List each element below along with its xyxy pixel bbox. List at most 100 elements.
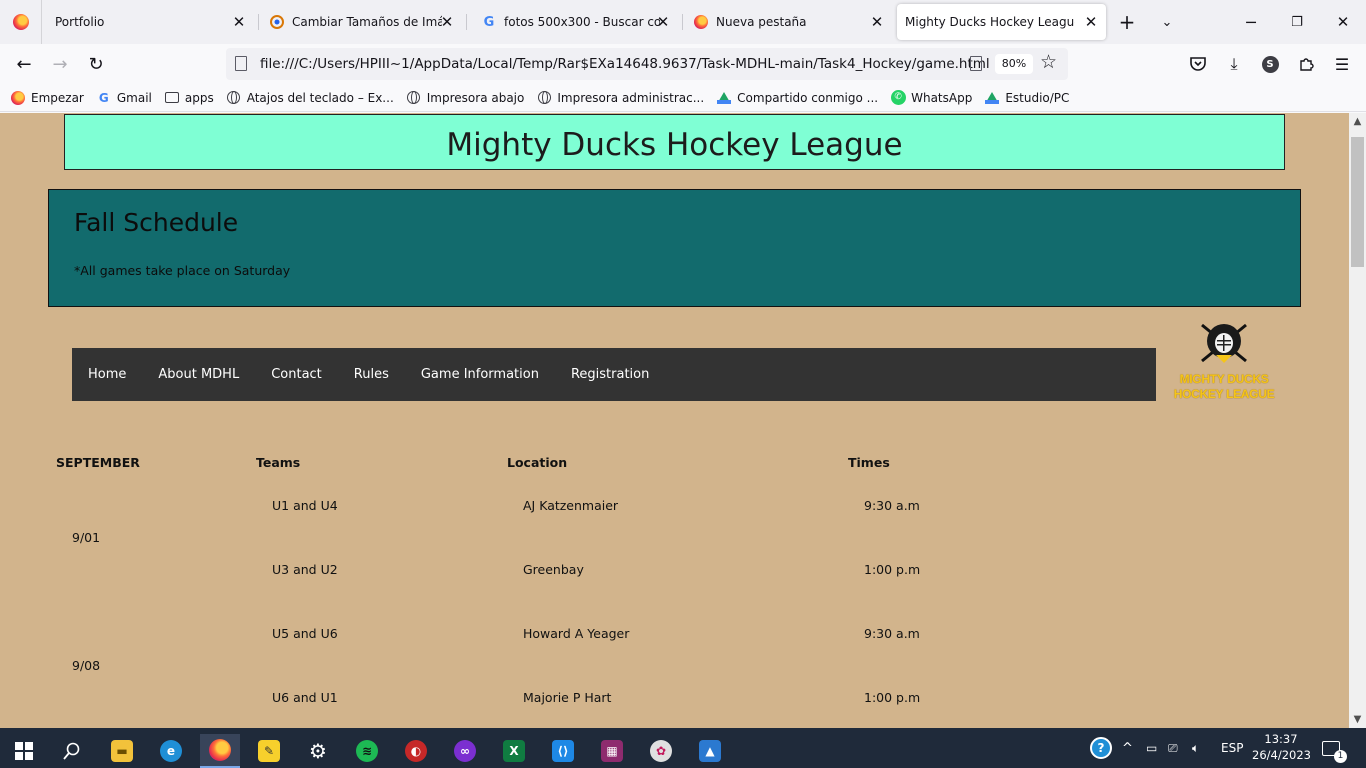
excel-icon[interactable]: X xyxy=(494,734,534,768)
scroll-down-arrow-icon[interactable]: ▼ xyxy=(1349,711,1366,728)
volume-icon[interactable]: 🔈︎ xyxy=(1192,728,1199,768)
hamburger-menu-icon[interactable]: ☰ xyxy=(1330,52,1354,76)
reader-view-icon[interactable] xyxy=(970,56,982,71)
minimize-button[interactable]: ─ xyxy=(1228,0,1274,44)
forward-button[interactable]: → xyxy=(46,50,74,78)
bookmark-label: Impresora abajo xyxy=(426,90,525,105)
photos-icon[interactable]: ▲ xyxy=(690,734,730,768)
battery-icon[interactable]: ▭ xyxy=(1146,728,1157,768)
page-viewport: Mighty Ducks Hockey League Fall Schedule… xyxy=(0,113,1349,728)
start-button[interactable] xyxy=(4,734,44,768)
vertical-scrollbar[interactable]: ▲ ▼ xyxy=(1349,113,1366,728)
firefox-icon xyxy=(10,90,26,106)
winrar-icon[interactable]: ▦ xyxy=(592,734,632,768)
back-button[interactable]: ← xyxy=(10,50,38,78)
navigation-toolbar: ← → ↻ file:///C:/Users/HPIII~1/AppData/L… xyxy=(0,44,1366,84)
zoom-level-badge[interactable]: 80% xyxy=(995,54,1033,74)
red-app-icon[interactable]: ◐ xyxy=(396,734,436,768)
tray-chevron-icon[interactable]: ^ xyxy=(1122,728,1133,768)
window-close-button[interactable]: ✕ xyxy=(1320,0,1366,44)
list-all-tabs-button[interactable]: ⌄ xyxy=(1145,0,1189,44)
bookmark-label: Estudio/PC xyxy=(1005,90,1070,105)
tab-fotos-google[interactable]: G fotos 500x300 - Buscar con Google ✕ xyxy=(472,4,678,40)
firefox-view-button[interactable] xyxy=(0,0,42,44)
tab-title: Mighty Ducks Hockey League xyxy=(905,15,1075,29)
firefox-icon xyxy=(694,15,708,29)
bookmark-folder-apps[interactable]: apps xyxy=(164,90,214,106)
menu-item-about[interactable]: About MDHL xyxy=(158,367,239,382)
game-teams: U1 and U4 xyxy=(272,498,338,513)
globe-icon xyxy=(226,90,242,106)
menu-item-registration[interactable]: Registration xyxy=(571,367,649,382)
tab-mighty-ducks[interactable]: Mighty Ducks Hockey League ✕ xyxy=(897,4,1106,40)
language-indicator[interactable]: ESP xyxy=(1221,728,1243,768)
main-menu: Home About MDHL Contact Rules Game Infor… xyxy=(72,348,1156,401)
bookmark-impresora-abajo[interactable]: Impresora abajo xyxy=(406,90,525,106)
close-icon[interactable]: ✕ xyxy=(654,13,672,31)
edge-icon[interactable]: e xyxy=(151,734,191,768)
menu-item-rules[interactable]: Rules xyxy=(354,367,389,382)
game-time: 1:00 p.m xyxy=(864,562,921,577)
sticky-notes-icon[interactable]: ✎ xyxy=(249,734,289,768)
bookmark-empezar[interactable]: Empezar xyxy=(10,90,84,106)
tab-nueva-pestana[interactable]: Nueva pestaña ✕ xyxy=(686,4,892,40)
spotify-icon[interactable]: ≋ xyxy=(347,734,387,768)
scroll-up-arrow-icon[interactable]: ▲ xyxy=(1349,113,1366,130)
league-logo: MIGHTY DUCKS HOCKEY LEAGUE xyxy=(1172,317,1276,403)
extensions-icon[interactable] xyxy=(1294,52,1318,76)
bookmark-whatsapp[interactable]: ✆ WhatsApp xyxy=(890,90,972,106)
bookmark-atajos[interactable]: Atajos del teclado – Ex... xyxy=(226,90,394,106)
whatsapp-icon: ✆ xyxy=(890,90,906,106)
bookmark-star-icon[interactable]: ☆ xyxy=(1040,51,1057,73)
new-tab-button[interactable]: + xyxy=(1105,0,1149,44)
paint-icon[interactable]: ✿ xyxy=(641,734,681,768)
purple-app-icon[interactable]: ∞ xyxy=(445,734,485,768)
game-teams: U5 and U6 xyxy=(272,626,338,641)
tab-cambiar-tamanos[interactable]: Cambiar Tamaños de Imágenes ✕ xyxy=(262,4,462,40)
url-bar[interactable]: file:///C:/Users/HPIII~1/AppData/Local/T… xyxy=(226,48,1068,80)
vscode-icon[interactable]: ⟨⟩ xyxy=(543,734,583,768)
bookmark-compartido[interactable]: Compartido conmigo ... xyxy=(716,90,878,106)
close-icon[interactable]: ✕ xyxy=(230,13,248,31)
bookmark-gmail[interactable]: G Gmail xyxy=(96,90,152,106)
bookmark-label: Compartido conmigo ... xyxy=(737,90,879,105)
firefox-taskbar-icon[interactable] xyxy=(200,734,240,768)
bookmark-impresora-admin[interactable]: Impresora administrac... xyxy=(536,90,704,106)
menu-item-contact[interactable]: Contact xyxy=(271,367,322,382)
google-icon: G xyxy=(98,90,109,105)
search-button[interactable] xyxy=(52,734,92,768)
pocket-icon[interactable] xyxy=(1186,52,1210,76)
column-header-teams: Teams xyxy=(256,455,301,470)
folder-icon xyxy=(164,90,180,106)
globe-icon xyxy=(536,90,552,106)
reload-button[interactable]: ↻ xyxy=(82,50,110,78)
bookmark-estudio-pc[interactable]: Estudio/PC xyxy=(984,90,1069,106)
menu-item-home[interactable]: Home xyxy=(88,367,126,382)
scrollbar-thumb[interactable] xyxy=(1351,137,1364,267)
tab-separator xyxy=(258,14,259,30)
help-icon[interactable]: ? xyxy=(1090,728,1112,768)
tab-portfolio[interactable]: Portfolio ✕ xyxy=(44,4,254,40)
game-time: 9:30 a.m xyxy=(864,498,920,513)
close-icon[interactable]: ✕ xyxy=(1082,13,1100,31)
bookmark-label: Atajos del teclado – Ex... xyxy=(246,90,394,105)
menu-item-game-information[interactable]: Game Information xyxy=(421,367,539,382)
system-clock[interactable]: 13:37 26/4/2023 xyxy=(1252,731,1311,763)
game-date: 9/08 xyxy=(72,658,101,673)
bookmark-label: Gmail xyxy=(116,90,152,105)
notifications-button[interactable]: 1 xyxy=(1322,728,1347,768)
close-icon[interactable]: ✕ xyxy=(438,13,456,31)
tab-separator xyxy=(682,14,683,30)
clock-time: 13:37 xyxy=(1264,732,1298,746)
column-header-month: SEPTEMBER xyxy=(56,455,140,470)
restore-button[interactable]: ❐ xyxy=(1274,0,1320,44)
account-avatar[interactable]: S xyxy=(1258,52,1282,76)
page-icon xyxy=(235,56,247,71)
close-icon[interactable]: ✕ xyxy=(868,13,886,31)
file-explorer-icon[interactable]: ▬ xyxy=(102,734,142,768)
url-text[interactable]: file:///C:/Users/HPIII~1/AppData/Local/T… xyxy=(260,56,990,72)
network-icon[interactable]: ⎚ xyxy=(1168,728,1178,768)
download-icon[interactable]: ⤓ xyxy=(1222,52,1246,76)
settings-icon[interactable]: ⚙ xyxy=(298,734,338,768)
game-teams: U6 and U1 xyxy=(272,690,338,705)
